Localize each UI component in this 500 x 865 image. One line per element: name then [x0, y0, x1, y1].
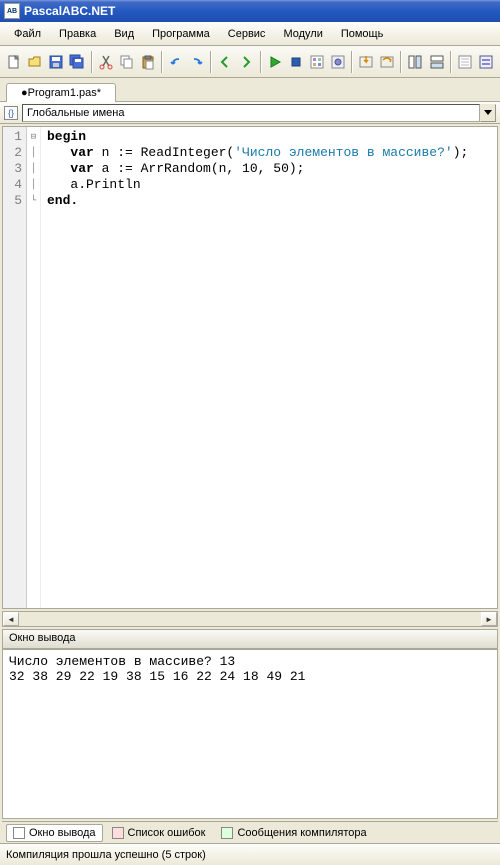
tab-label: Окно вывода: [29, 827, 96, 839]
step-over-button[interactable]: [377, 50, 397, 74]
line-gutter: 1 2 3 4 5: [3, 127, 27, 608]
output-line: Число элементов в массиве? 13: [9, 654, 235, 669]
menu-view[interactable]: Вид: [106, 26, 142, 42]
menu-modules[interactable]: Модули: [275, 26, 330, 42]
menu-edit[interactable]: Правка: [51, 26, 104, 42]
scope-selected: Глобальные имена: [27, 107, 125, 119]
fold-gutter: ⊟ │││└: [27, 127, 41, 608]
menu-help[interactable]: Помощь: [333, 26, 392, 42]
properties-button[interactable]: [455, 50, 475, 74]
nav-back-button[interactable]: [215, 50, 235, 74]
scope-dropdown-button[interactable]: [480, 104, 496, 122]
app-title: PascalABC.NET: [24, 4, 115, 18]
output-panel-title: Окно вывода: [9, 632, 76, 644]
scope-bar: {} Глобальные имена: [0, 102, 500, 124]
status-text: Компиляция прошла успешно (5 строк): [6, 849, 206, 861]
save-button[interactable]: [46, 50, 66, 74]
window-tile-button[interactable]: [405, 50, 425, 74]
toolbar: [0, 46, 500, 78]
scroll-track[interactable]: [19, 612, 481, 626]
menu-service[interactable]: Сервис: [220, 26, 274, 42]
file-tab-program1[interactable]: ●Program1.pas*: [6, 83, 116, 102]
window-cascade-button[interactable]: [427, 50, 447, 74]
scope-combo[interactable]: Глобальные имена: [22, 104, 480, 122]
fold-toggle-icon[interactable]: ⊟: [27, 129, 40, 145]
code-editor[interactable]: 1 2 3 4 5 ⊟ │││└ begin var n := ReadInte…: [2, 126, 498, 609]
form-designer-button[interactable]: [476, 50, 496, 74]
bottom-tabs: Окно вывода Список ошибок Сообщения комп…: [2, 821, 498, 843]
open-file-button[interactable]: [25, 50, 45, 74]
menu-program[interactable]: Программа: [144, 26, 218, 42]
scroll-right-button[interactable]: ►: [481, 612, 497, 626]
compile-button[interactable]: [307, 50, 327, 74]
paste-button[interactable]: [138, 50, 158, 74]
tab-errors[interactable]: Список ошибок: [105, 824, 213, 842]
tab-label: ●Program1.pas*: [21, 87, 101, 99]
nav-forward-button[interactable]: [236, 50, 256, 74]
copy-button[interactable]: [117, 50, 137, 74]
menu-file[interactable]: Файл: [6, 26, 49, 42]
scope-icon: {}: [4, 106, 18, 120]
redo-button[interactable]: [187, 50, 207, 74]
statusbar: Компиляция прошла успешно (5 строк): [0, 843, 500, 865]
new-file-button[interactable]: [4, 50, 24, 74]
cut-button[interactable]: [96, 50, 116, 74]
messages-tab-icon: [221, 827, 233, 839]
run-button[interactable]: [265, 50, 285, 74]
tab-label: Сообщения компилятора: [237, 827, 366, 839]
code-content[interactable]: begin var n := ReadInteger('Число элемен…: [41, 127, 497, 608]
app-icon: AB: [4, 3, 20, 19]
output-panel-header: Окно вывода: [2, 629, 498, 649]
tab-output[interactable]: Окно вывода: [6, 824, 103, 842]
titlebar: AB PascalABC.NET: [0, 0, 500, 22]
menubar: Файл Правка Вид Программа Сервис Модули …: [0, 22, 500, 46]
build-button[interactable]: [328, 50, 348, 74]
tab-messages[interactable]: Сообщения компилятора: [214, 824, 373, 842]
stop-button[interactable]: [286, 50, 306, 74]
output-panel[interactable]: Число элементов в массиве? 13 32 38 29 2…: [2, 649, 498, 819]
output-line: 32 38 29 22 19 38 15 16 22 24 18 49 21: [9, 669, 305, 684]
step-into-button[interactable]: [356, 50, 376, 74]
save-all-button[interactable]: [67, 50, 87, 74]
hscrollbar[interactable]: ◄ ►: [2, 611, 498, 627]
chevron-down-icon: [484, 110, 492, 116]
file-tabs: ●Program1.pas*: [0, 78, 500, 102]
tab-label: Список ошибок: [128, 827, 206, 839]
scroll-left-button[interactable]: ◄: [3, 612, 19, 626]
output-tab-icon: [13, 827, 25, 839]
errors-tab-icon: [112, 827, 124, 839]
undo-button[interactable]: [166, 50, 186, 74]
